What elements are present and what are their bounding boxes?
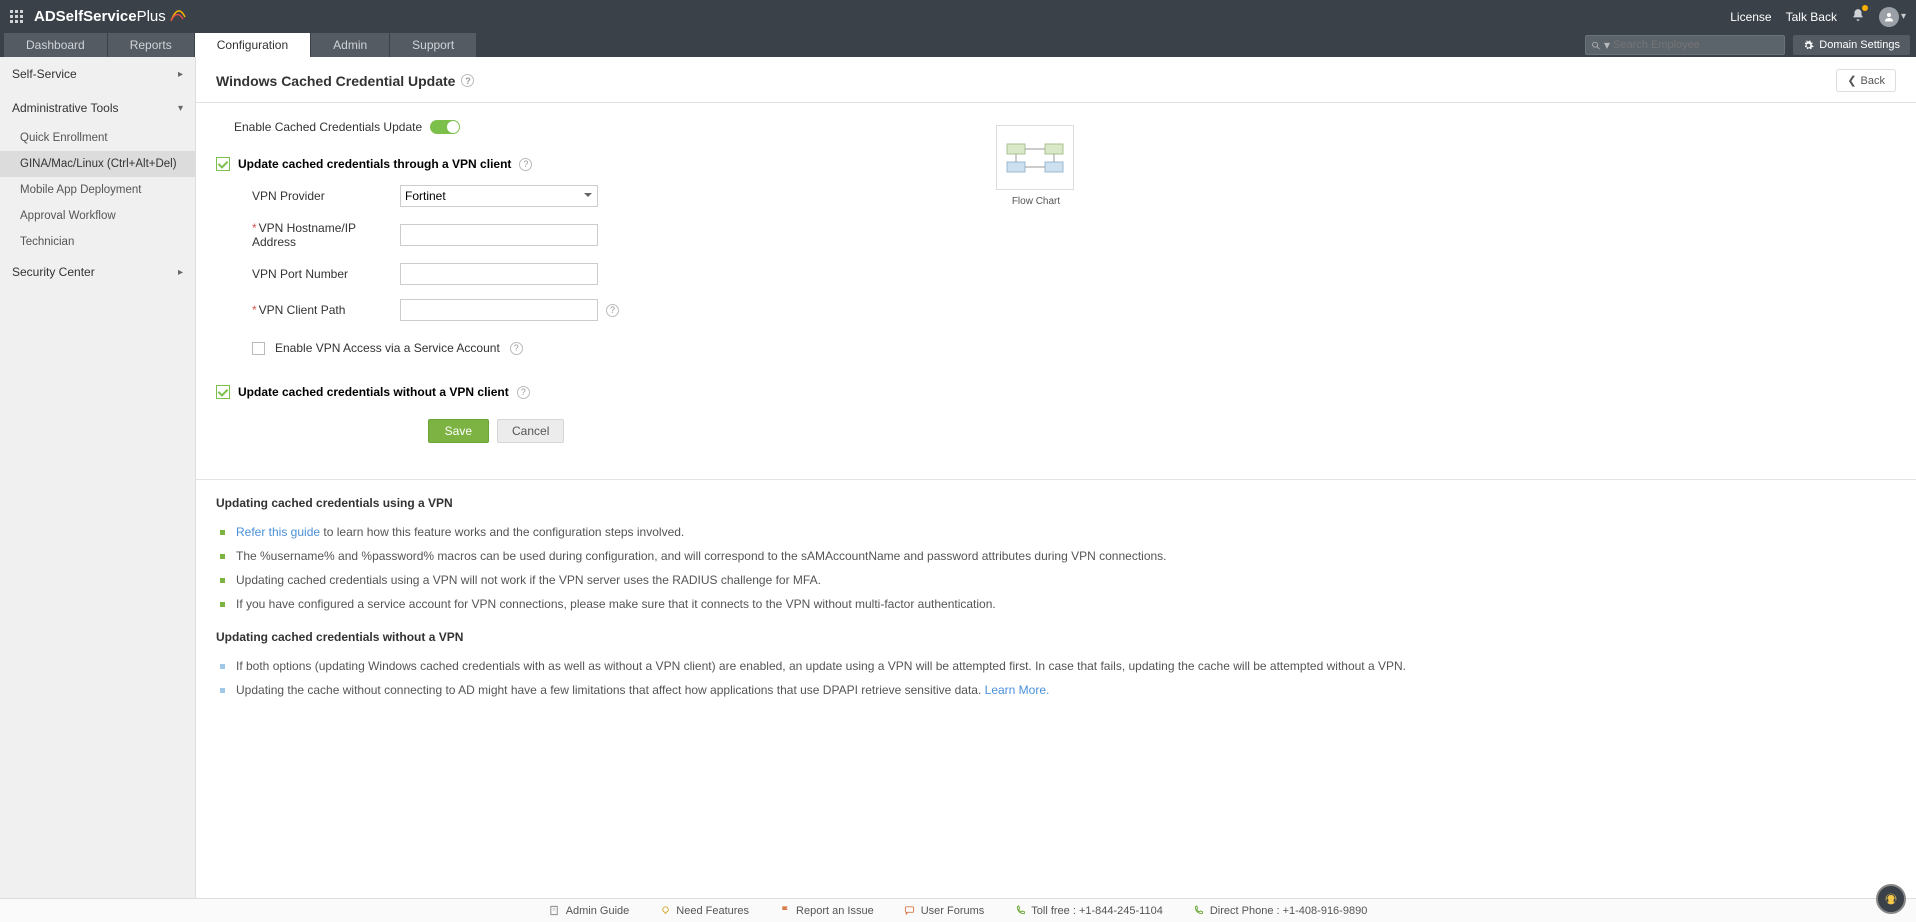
main-tabs: Dashboard Reports Configuration Admin Su… <box>0 33 1916 57</box>
app-grid-icon[interactable] <box>10 10 24 24</box>
product-name-light: Plus <box>137 8 166 25</box>
sidebar-group-security-center[interactable]: Security Center ▸ <box>0 255 195 289</box>
footer-admin-guide[interactable]: Admin Guide <box>549 905 630 917</box>
phone-icon <box>1193 905 1205 917</box>
sidebar: Self-Service ▸ Administrative Tools ▾ Qu… <box>0 57 196 898</box>
bell-icon[interactable] <box>1851 8 1865 25</box>
flowchart-caption: Flow Chart <box>996 196 1076 207</box>
search-icon <box>1591 40 1601 51</box>
info-item: If you have configured a service account… <box>232 592 1896 616</box>
flag-icon <box>779 905 791 917</box>
main-content: Windows Cached Credential Update ? ❮ Bac… <box>196 57 1916 898</box>
footer-direct-phone: Direct Phone : +1-408-916-9890 <box>1193 905 1367 917</box>
product-name: ADSelfService Plus <box>34 7 187 27</box>
enable-cached-label: Enable Cached Credentials Update <box>234 120 422 134</box>
notification-badge <box>1862 5 1868 11</box>
learn-more-link[interactable]: Learn More. <box>985 683 1050 697</box>
chevron-down-icon: ▾ <box>178 103 183 114</box>
flowchart-thumbnail[interactable] <box>996 125 1074 190</box>
sidebar-group-label: Security Center <box>12 265 95 279</box>
footer-need-features[interactable]: Need Features <box>659 905 749 917</box>
footer-report-issue[interactable]: Report an Issue <box>779 905 874 917</box>
footer-user-forums[interactable]: User Forums <box>904 905 985 917</box>
vpn-client-input[interactable] <box>400 299 598 321</box>
vpn-host-label: *VPN Hostname/IP Address <box>252 221 400 249</box>
search-input[interactable] <box>1613 39 1779 51</box>
tab-dashboard[interactable]: Dashboard <box>4 33 107 57</box>
novpn-section-checkbox[interactable] <box>216 385 230 399</box>
help-icon[interactable]: ? <box>461 74 474 87</box>
product-name-bold: ADSelfService <box>34 8 137 25</box>
svc-account-checkbox[interactable] <box>252 342 265 355</box>
sidebar-item-technician[interactable]: Technician <box>0 229 195 255</box>
back-button-label: Back <box>1861 75 1885 87</box>
gear-icon <box>1803 40 1814 51</box>
phone-icon <box>1014 905 1026 917</box>
novpn-section-title: Update cached credentials without a VPN … <box>238 385 509 399</box>
sidebar-item-approval-workflow[interactable]: Approval Workflow <box>0 203 195 229</box>
chat-icon <box>904 905 916 917</box>
vpn-provider-label: VPN Provider <box>252 189 400 203</box>
sidebar-item-quick-enrollment[interactable]: Quick Enrollment <box>0 125 195 151</box>
top-header: ADSelfService Plus License Talk Back ▾ <box>0 0 1916 33</box>
domain-settings-button[interactable]: Domain Settings <box>1793 35 1910 55</box>
info-title-vpn: Updating cached credentials using a VPN <box>216 496 1896 510</box>
talkback-link[interactable]: Talk Back <box>1786 10 1837 24</box>
help-icon[interactable]: ? <box>517 386 530 399</box>
headset-icon <box>1883 891 1899 907</box>
chevron-right-icon: ▸ <box>178 267 183 278</box>
info-item: Updating cached credentials using a VPN … <box>232 568 1896 592</box>
svc-account-label: Enable VPN Access via a Service Account <box>275 341 500 355</box>
info-item: Refer this guide to learn how this featu… <box>232 520 1896 544</box>
vpn-section-title: Update cached credentials through a VPN … <box>238 157 511 171</box>
vpn-port-input[interactable] <box>400 263 598 285</box>
help-icon[interactable]: ? <box>519 158 532 171</box>
tab-support[interactable]: Support <box>390 33 476 57</box>
footer: Admin Guide Need Features Report an Issu… <box>0 898 1916 922</box>
sidebar-group-admin-tools[interactable]: Administrative Tools ▾ <box>0 91 195 125</box>
bulb-icon <box>659 905 671 917</box>
help-icon[interactable]: ? <box>606 304 619 317</box>
chat-fab[interactable] <box>1876 884 1906 914</box>
sidebar-item-mobile-app[interactable]: Mobile App Deployment <box>0 177 195 203</box>
page-title: Windows Cached Credential Update ? <box>216 73 474 89</box>
tab-configuration[interactable]: Configuration <box>195 33 310 57</box>
sidebar-group-self-service[interactable]: Self-Service ▸ <box>0 57 195 91</box>
domain-settings-label: Domain Settings <box>1819 39 1900 51</box>
sidebar-children-admin-tools: Quick Enrollment GINA/Mac/Linux (Ctrl+Al… <box>0 125 195 255</box>
vpn-provider-select[interactable]: Fortinet <box>400 185 598 207</box>
sidebar-item-gina[interactable]: GINA/Mac/Linux (Ctrl+Alt+Del) <box>0 151 195 177</box>
info-item: Updating the cache without connecting to… <box>232 678 1896 702</box>
chevron-right-icon: ▸ <box>178 69 183 80</box>
footer-toll-free: Toll free : +1-844-245-1104 <box>1014 905 1163 917</box>
enable-cached-toggle[interactable] <box>430 120 460 134</box>
product-curve-icon <box>169 7 187 27</box>
help-icon[interactable]: ? <box>510 342 523 355</box>
refer-guide-link[interactable]: Refer this guide <box>236 525 320 539</box>
info-item: If both options (updating Windows cached… <box>232 654 1896 678</box>
vpn-client-label: *VPN Client Path <box>252 303 400 317</box>
chevron-down-icon[interactable]: ▾ <box>1901 11 1906 22</box>
tab-reports[interactable]: Reports <box>108 33 194 57</box>
search-employee-box[interactable]: ▾ <box>1585 35 1785 55</box>
vpn-port-label: VPN Port Number <box>252 267 400 281</box>
info-title-novpn: Updating cached credentials without a VP… <box>216 630 1896 644</box>
cancel-button[interactable]: Cancel <box>497 419 564 443</box>
book-icon <box>549 905 561 917</box>
back-button[interactable]: ❮ Back <box>1836 69 1896 92</box>
sidebar-group-label: Self-Service <box>12 67 77 81</box>
save-button[interactable]: Save <box>428 419 489 443</box>
license-link[interactable]: License <box>1730 10 1771 24</box>
info-item: The %username% and %password% macros can… <box>232 544 1896 568</box>
vpn-host-input[interactable] <box>400 224 598 246</box>
sidebar-group-label: Administrative Tools <box>12 101 119 115</box>
vpn-section-checkbox[interactable] <box>216 157 230 171</box>
tab-admin[interactable]: Admin <box>311 33 389 57</box>
avatar-icon[interactable] <box>1879 7 1899 27</box>
chevron-left-icon: ❮ <box>1847 74 1856 87</box>
